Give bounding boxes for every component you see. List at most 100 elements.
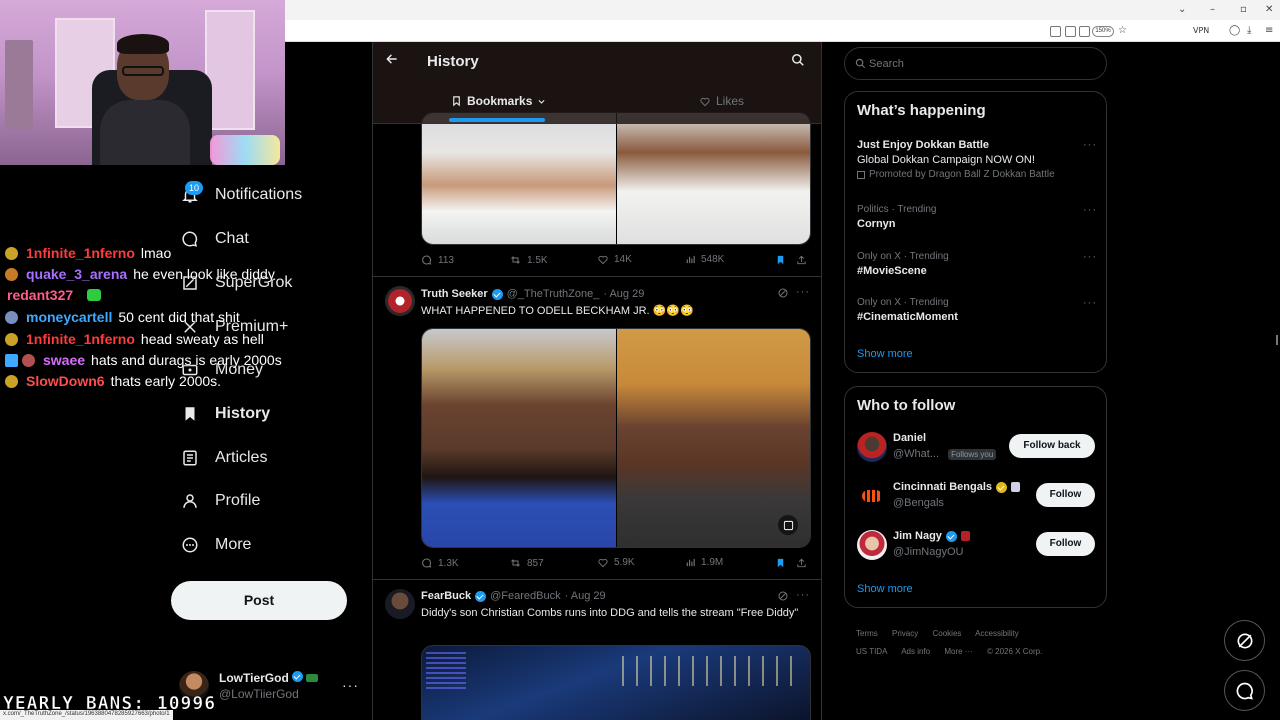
bookmark-filled-icon bbox=[777, 558, 784, 568]
more-dots-icon[interactable]: ··· bbox=[796, 589, 810, 601]
maximize-icon[interactable]: ▫ bbox=[1240, 4, 1247, 15]
minimize-icon[interactable]: – bbox=[1210, 4, 1215, 15]
footer-link[interactable]: Ads info bbox=[901, 647, 930, 656]
more-dots-icon[interactable]: ··· bbox=[1083, 139, 1097, 151]
download-icon[interactable]: ⤓ bbox=[1247, 25, 1251, 36]
chevron-down-icon[interactable]: ⌄ bbox=[1178, 4, 1186, 15]
tweet-media[interactable] bbox=[421, 112, 811, 245]
repost-button[interactable]: 857 bbox=[509, 557, 544, 569]
reader-icon[interactable] bbox=[1050, 26, 1061, 37]
chat-username: swaee bbox=[43, 352, 86, 368]
star-icon[interactable]: ☆ bbox=[1118, 25, 1127, 36]
reply-button[interactable]: 113 bbox=[421, 254, 454, 266]
vpn-badge[interactable]: VPN bbox=[1193, 26, 1209, 35]
like-button[interactable]: 5.9K bbox=[597, 557, 635, 568]
repost-icon bbox=[511, 559, 520, 567]
avatar bbox=[857, 432, 887, 462]
page-title: History bbox=[427, 53, 479, 70]
webcam-person-hair bbox=[117, 34, 169, 54]
more-dots-icon[interactable]: ··· bbox=[1083, 251, 1097, 263]
more-dots-icon[interactable]: ··· bbox=[796, 286, 810, 298]
trend-item[interactable]: Politics · Trending Cornyn ··· bbox=[857, 204, 1097, 230]
follow-suggestion[interactable]: Daniel @What... Follows you Follow back bbox=[857, 430, 1097, 466]
zoom-indicator[interactable]: 150% bbox=[1092, 26, 1114, 37]
camera-icon[interactable] bbox=[1079, 26, 1090, 37]
profile-icon[interactable]: ◯ bbox=[1229, 25, 1240, 36]
trend-context: Politics · Trending bbox=[857, 204, 937, 215]
back-arrow-icon[interactable] bbox=[385, 52, 399, 71]
reply-button[interactable]: 1.3K bbox=[421, 557, 459, 569]
nav-chat[interactable]: Chat bbox=[180, 227, 249, 251]
follow-suggestion[interactable]: Cincinnati Bengals @Bengals Follow bbox=[857, 479, 1097, 515]
follow-button[interactable]: Follow bbox=[1036, 532, 1095, 556]
tab-likes[interactable]: Likes bbox=[699, 94, 744, 108]
follow-back-button[interactable]: Follow back bbox=[1009, 434, 1095, 458]
grok-explain-icon[interactable] bbox=[777, 590, 789, 605]
screenshot-icon[interactable] bbox=[1065, 26, 1076, 37]
grok-fab[interactable] bbox=[1224, 620, 1265, 661]
show-more-link[interactable]: Show more bbox=[857, 348, 913, 360]
grok-explain-icon[interactable] bbox=[777, 287, 789, 302]
search-icon[interactable] bbox=[791, 53, 805, 72]
avatar[interactable] bbox=[385, 589, 415, 619]
search-input[interactable]: Search bbox=[844, 47, 1107, 80]
bookmark-button[interactable] bbox=[775, 254, 786, 266]
close-icon[interactable]: ✕ bbox=[1265, 4, 1273, 15]
more-dots-icon[interactable]: ··· bbox=[1083, 204, 1097, 216]
more-dots-icon[interactable]: ··· bbox=[1083, 297, 1097, 309]
browser-title-bar: ⌄ – ▫ ✕ bbox=[285, 0, 1280, 20]
tab-label: Bookmarks bbox=[467, 94, 533, 108]
tab-bookmarks[interactable]: Bookmarks bbox=[451, 94, 546, 108]
trend-item[interactable]: Only on X · Trending #CinematicMoment ··… bbox=[857, 297, 1097, 323]
footer-link[interactable]: US TIDA bbox=[856, 647, 887, 656]
views-button[interactable]: 1.9M bbox=[685, 557, 723, 568]
show-more-link[interactable]: Show more bbox=[857, 583, 913, 595]
chat-badge-icon bbox=[5, 310, 18, 324]
trend-item[interactable]: Only on X · Trending #MovieScene ··· bbox=[857, 251, 1097, 277]
footer-link[interactable]: Terms bbox=[856, 629, 878, 638]
nav-history[interactable]: History bbox=[180, 402, 270, 426]
post-button[interactable]: Post bbox=[171, 581, 347, 620]
verified-icon bbox=[491, 288, 503, 300]
history-header: History Bookmarks Likes bbox=[373, 42, 821, 124]
account-name: LowTierGod bbox=[219, 671, 289, 685]
tweet-media[interactable] bbox=[421, 645, 811, 720]
tweet-author[interactable]: Truth Seeker bbox=[421, 288, 488, 300]
menu-icon[interactable]: ≡ bbox=[1265, 25, 1273, 36]
trend-title: #CinematicMoment bbox=[857, 311, 958, 323]
footer-link[interactable]: Privacy bbox=[892, 629, 918, 638]
tweet-media[interactable] bbox=[421, 328, 811, 548]
nav-profile[interactable]: Profile bbox=[180, 489, 260, 513]
share-button[interactable] bbox=[796, 254, 807, 266]
verified-gold-icon bbox=[996, 481, 1008, 493]
share-button[interactable] bbox=[796, 557, 807, 569]
webcam-feed bbox=[0, 0, 285, 165]
tweet-author[interactable]: FearBuck bbox=[421, 590, 471, 602]
follows-you-badge: Follows you bbox=[948, 449, 997, 460]
repost-button[interactable]: 1.5K bbox=[509, 254, 548, 266]
footer-link[interactable]: Accessibility bbox=[975, 629, 1019, 638]
who-to-follow-panel: Who to follow Daniel @What... Follows yo… bbox=[844, 386, 1107, 608]
messages-fab[interactable] bbox=[1224, 670, 1265, 711]
webcam-pillow bbox=[210, 135, 280, 165]
follow-button[interactable]: Follow bbox=[1036, 483, 1095, 507]
views-button[interactable]: 548K bbox=[685, 254, 724, 265]
nav-more[interactable]: More bbox=[180, 533, 251, 557]
avatar[interactable] bbox=[385, 286, 415, 316]
like-button[interactable]: 14K bbox=[597, 254, 632, 265]
trend-item[interactable]: Just Enjoy Dokkan Battle Global Dokkan C… bbox=[857, 139, 1097, 180]
tweet-handle[interactable]: @_TheTruthZone_ bbox=[507, 288, 600, 300]
tweet-handle[interactable]: @FearedBuck bbox=[490, 590, 560, 602]
tweet-date[interactable]: · Aug 29 bbox=[603, 288, 644, 300]
affiliate-badge-icon bbox=[306, 674, 319, 682]
footer-link[interactable]: More ··· bbox=[944, 647, 972, 656]
more-dots-icon[interactable]: ··· bbox=[342, 677, 359, 693]
tweet-date[interactable]: · Aug 29 bbox=[565, 590, 606, 602]
follow-suggestion[interactable]: Jim Nagy @JimNagyOU Follow bbox=[857, 528, 1097, 564]
footer-link[interactable]: Cookies bbox=[932, 629, 961, 638]
chat-username: 1nfinite_1nferno bbox=[26, 331, 135, 347]
media-edit-icon[interactable] bbox=[778, 515, 798, 535]
scrollbar-thumb[interactable] bbox=[1276, 335, 1278, 345]
bookmark-button[interactable] bbox=[775, 557, 786, 569]
nav-articles[interactable]: Articles bbox=[180, 446, 267, 470]
